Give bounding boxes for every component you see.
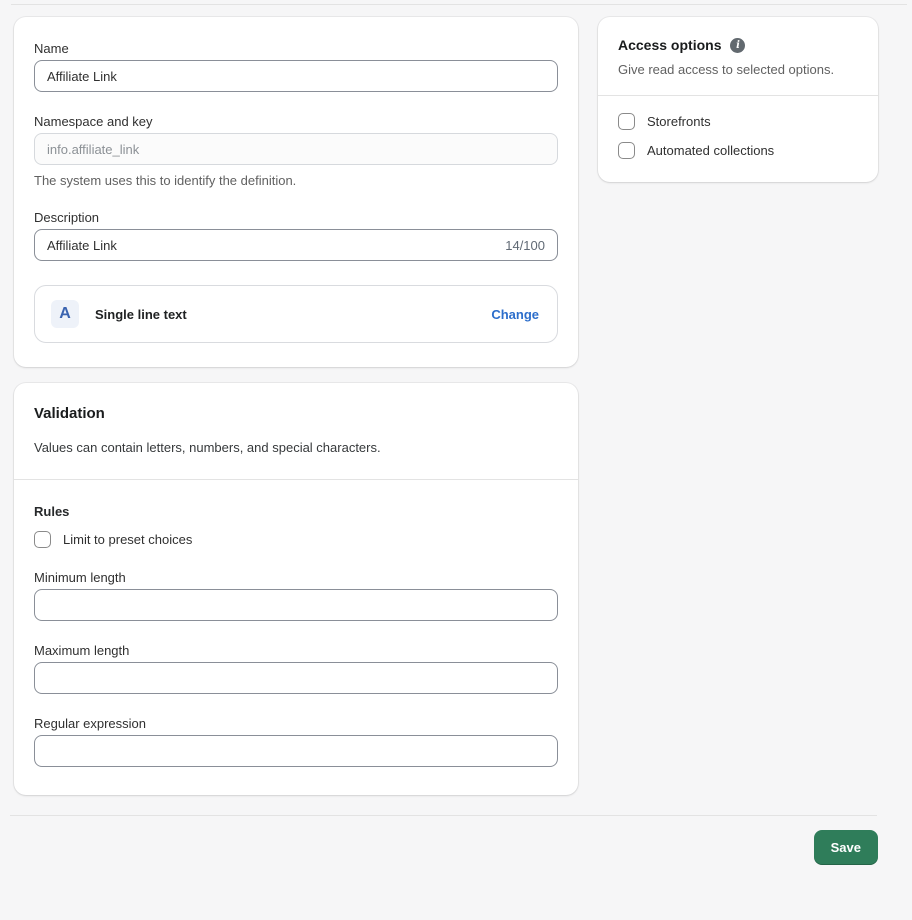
name-field-group: Name (34, 41, 558, 92)
regex-label: Regular expression (34, 716, 147, 731)
storefronts-label: Storefronts (647, 114, 711, 129)
validation-card: Validation Values can contain letters, n… (14, 383, 578, 795)
page-layout: Name Namespace and key The system uses t… (0, 5, 912, 795)
limit-preset-choices-label: Limit to preset choices (63, 532, 193, 547)
automated-collections-label: Automated collections (647, 143, 775, 158)
validation-title: Validation (34, 405, 105, 422)
access-options-subtitle: Give read access to selected options. (618, 62, 835, 77)
description-input[interactable] (47, 237, 496, 253)
rules-label: Rules (34, 504, 70, 519)
max-length-input[interactable] (34, 662, 558, 694)
character-counter: 14/100 (505, 237, 545, 253)
access-options-header: Access options i Give read access to sel… (598, 17, 878, 95)
access-options-title-row: Access options i (618, 37, 858, 53)
limit-preset-choices-row[interactable]: Limit to preset choices (34, 531, 558, 548)
access-options-title: Access options (618, 37, 722, 53)
save-button[interactable]: Save (813, 830, 878, 865)
namespace-field-group: Namespace and key The system uses this t… (34, 114, 558, 188)
namespace-input (34, 133, 558, 165)
min-length-input[interactable] (34, 589, 558, 621)
validation-header: Validation Values can contain letters, n… (14, 383, 578, 479)
storefronts-row[interactable]: Storefronts (618, 113, 858, 130)
description-input-box: 14/100 (34, 229, 558, 261)
description-field-group: Description 14/100 (34, 210, 558, 261)
namespace-help-text: The system uses this to identify the def… (34, 173, 297, 188)
max-length-label: Maximum length (34, 643, 130, 658)
single-line-text-icon: A (51, 300, 79, 328)
name-label: Name (34, 41, 69, 56)
content-type-row: A Single line text Change (34, 285, 558, 343)
info-icon[interactable]: i (730, 37, 746, 53)
access-options-body: Storefronts Automated collections (598, 96, 878, 182)
side-column: Access options i Give read access to sel… (598, 17, 878, 182)
regex-input[interactable] (34, 735, 558, 767)
access-options-card: Access options i Give read access to sel… (598, 17, 878, 182)
min-length-group: Minimum length (34, 570, 558, 621)
validation-body: Rules Limit to preset choices Minimum le… (14, 480, 578, 795)
namespace-label: Namespace and key (34, 114, 153, 129)
max-length-group: Maximum length (34, 643, 558, 694)
automated-collections-checkbox[interactable] (618, 142, 635, 159)
storefronts-checkbox[interactable] (618, 113, 635, 130)
footer: Save (0, 816, 912, 865)
validation-subtitle: Values can contain letters, numbers, and… (34, 440, 381, 455)
change-type-link[interactable]: Change (491, 307, 539, 322)
automated-collections-row[interactable]: Automated collections (618, 142, 858, 159)
main-column: Name Namespace and key The system uses t… (14, 17, 578, 795)
min-length-label: Minimum length (34, 570, 126, 585)
limit-preset-choices-checkbox[interactable] (34, 531, 51, 548)
regex-group: Regular expression (34, 716, 558, 767)
content-type-label: Single line text (95, 306, 187, 322)
name-input[interactable] (34, 60, 558, 92)
definition-details-card: Name Namespace and key The system uses t… (14, 17, 578, 367)
description-label: Description (34, 210, 100, 225)
